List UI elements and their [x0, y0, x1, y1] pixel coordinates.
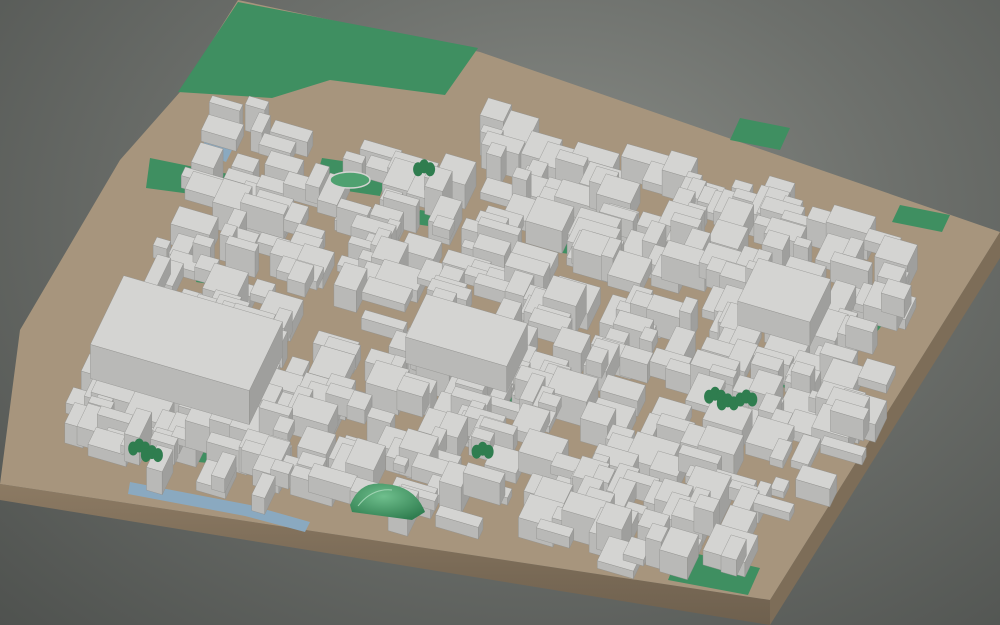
building — [396, 375, 430, 418]
building-wall-front — [645, 537, 662, 570]
building — [881, 278, 912, 319]
tree — [483, 444, 494, 459]
tree — [747, 392, 758, 407]
courtyard-circle — [329, 171, 371, 189]
map-viewport[interactable] — [0, 0, 1000, 625]
building-wall-front — [146, 466, 163, 495]
tree — [152, 448, 163, 463]
tree — [425, 162, 436, 177]
city-model-canvas[interactable] — [0, 0, 1000, 625]
building — [392, 454, 409, 474]
